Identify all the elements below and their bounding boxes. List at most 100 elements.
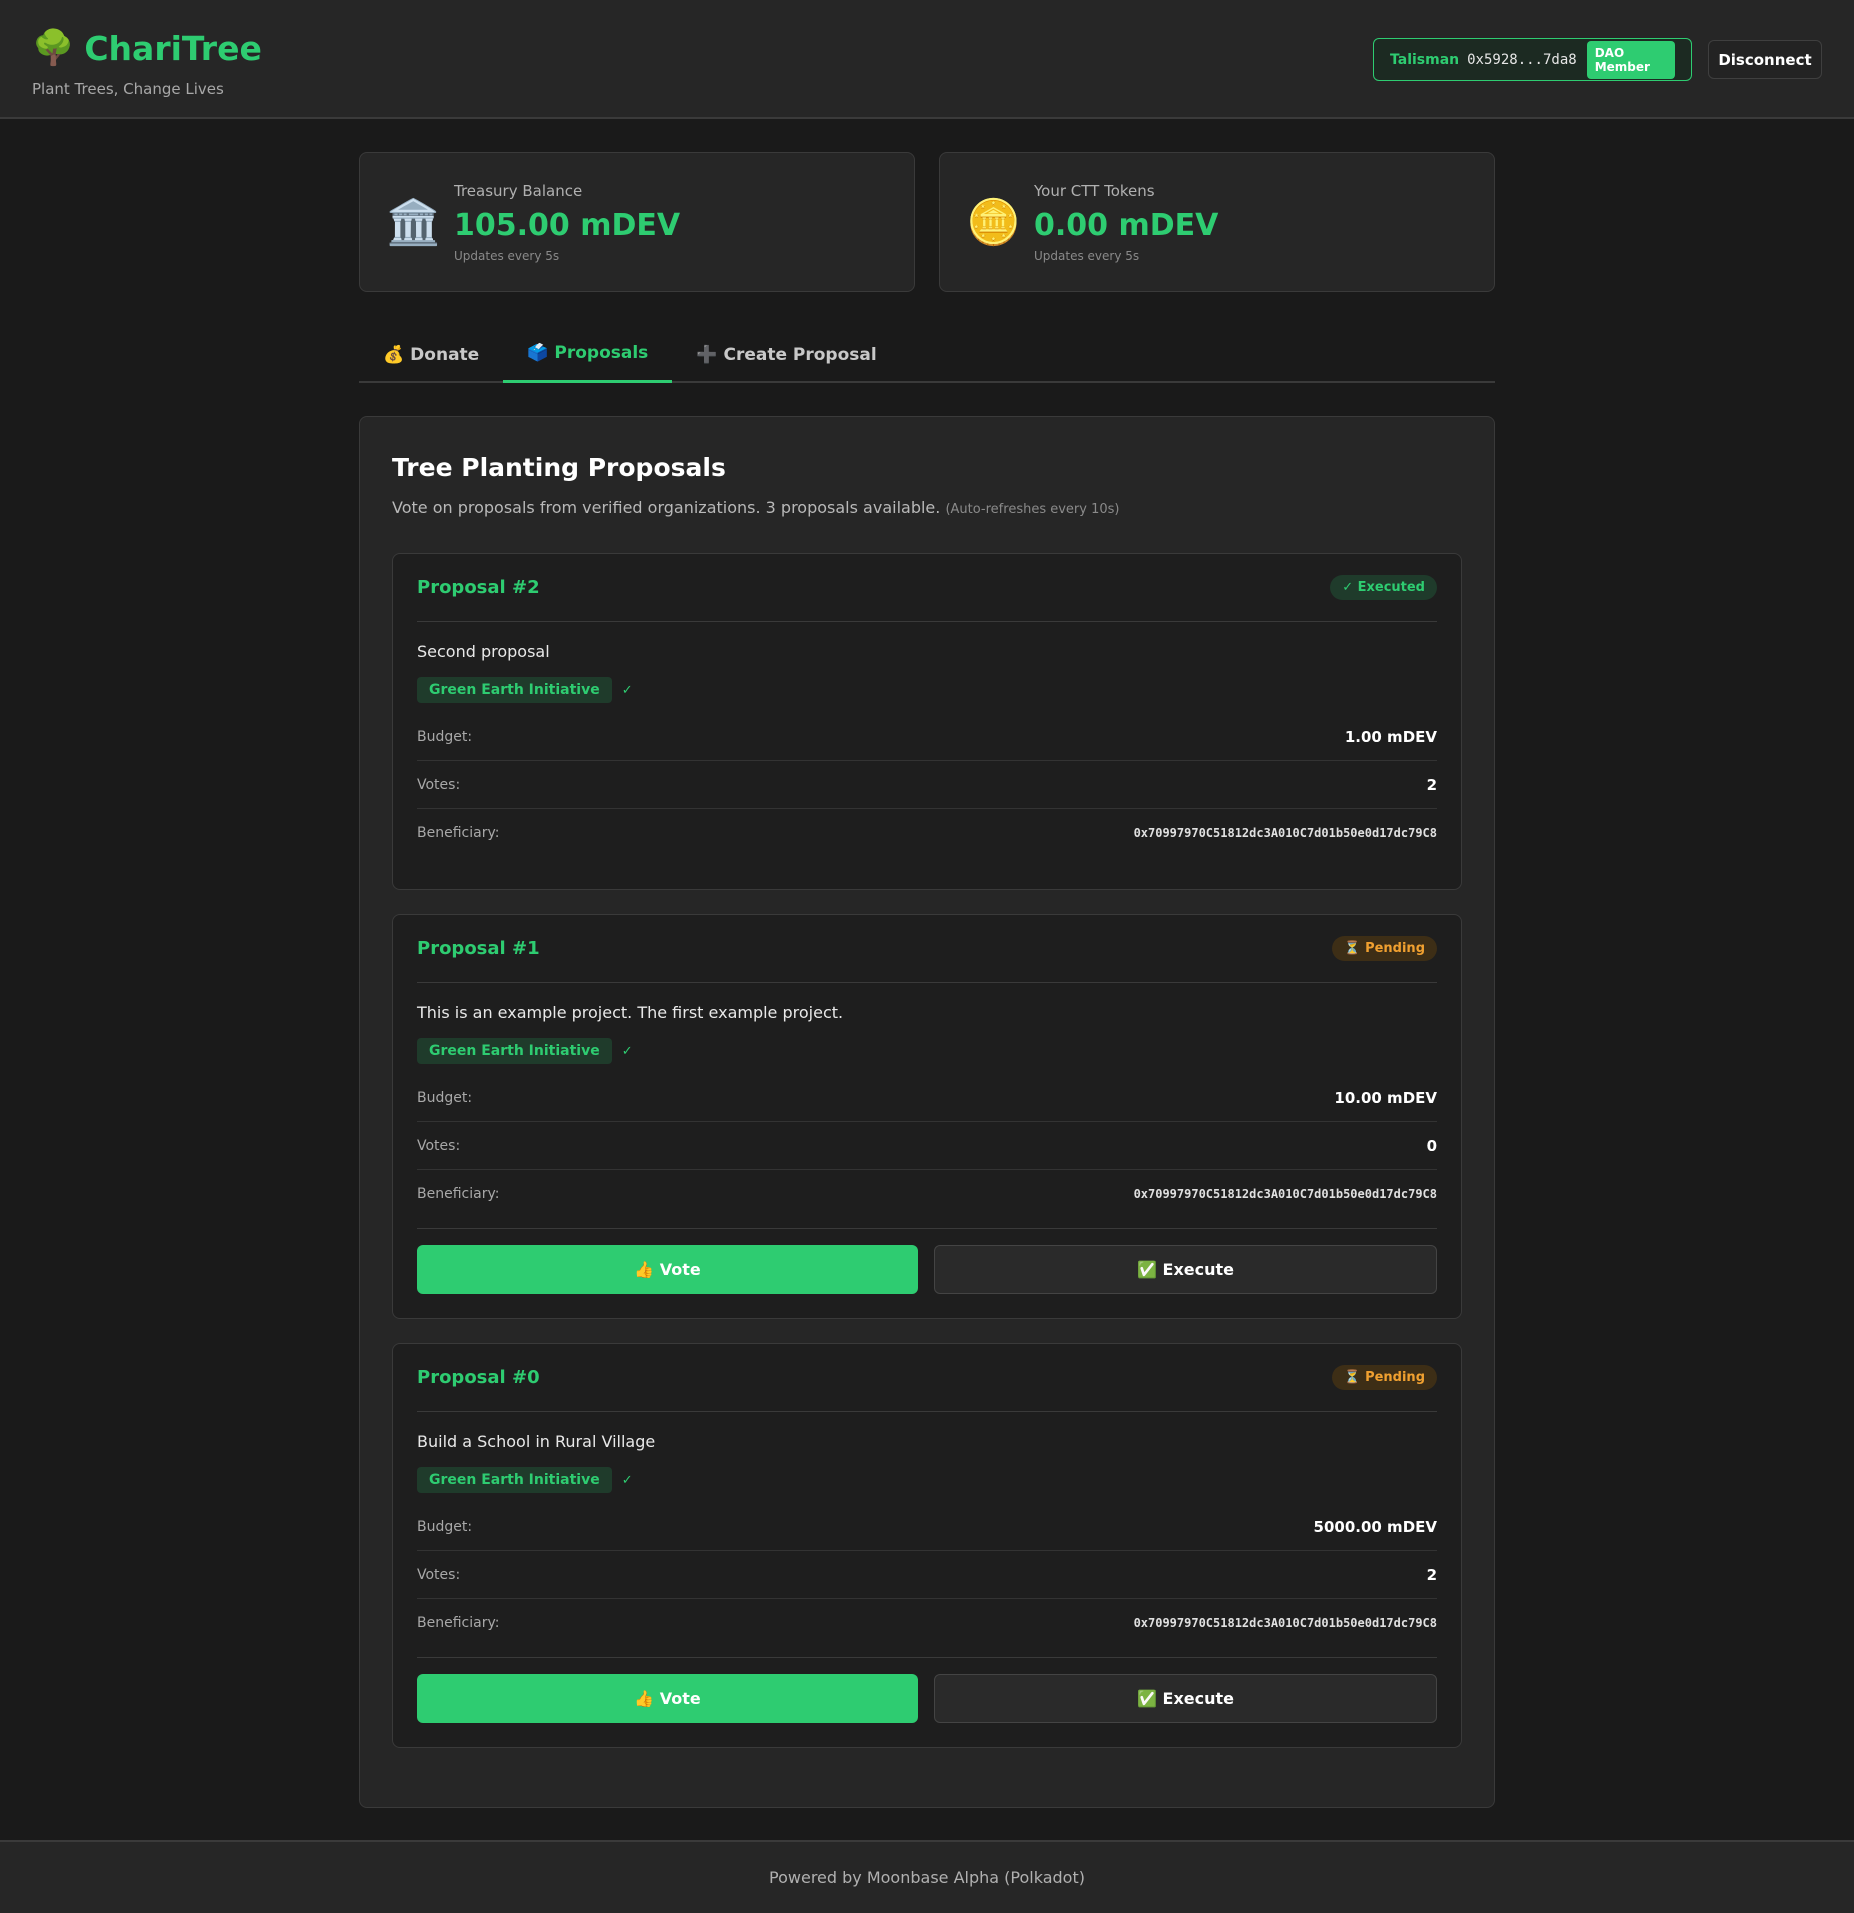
proposal-title: Proposal #2 bbox=[417, 577, 540, 598]
budget-label: Budget: bbox=[417, 1518, 473, 1535]
app-title: ChariTree bbox=[84, 28, 262, 68]
coin-icon: 🪙 bbox=[966, 197, 1021, 248]
money-bag-icon: 💰 bbox=[383, 344, 405, 365]
wallet-name: Talisman bbox=[1390, 51, 1460, 68]
proposals-panel: Tree Planting Proposals Vote on proposal… bbox=[359, 416, 1495, 1808]
stats-row: 🏛️ Treasury Balance 105.00 mDEV Updates … bbox=[359, 152, 1495, 292]
tab-label: Create Proposal bbox=[723, 344, 877, 365]
vote-button[interactable]: 👍 Vote bbox=[417, 1674, 918, 1723]
stat-value: 105.00 mDEV bbox=[454, 207, 681, 243]
beneficiary-address: 0x70997970C51812dc3A010C7d01b50e0d17dc79… bbox=[1133, 826, 1437, 840]
stat-note: Updates every 5s bbox=[454, 248, 560, 263]
votes-value: 2 bbox=[1426, 775, 1437, 794]
organization-row: Green Earth Initiative ✓ bbox=[417, 677, 1437, 703]
app-subtitle: Plant Trees, Change Lives bbox=[32, 80, 224, 98]
votes-label: Votes: bbox=[417, 1566, 461, 1583]
tab-label: Proposals bbox=[554, 343, 649, 363]
ctt-tokens-card: 🪙 Your CTT Tokens 0.00 mDEV Updates ever… bbox=[939, 152, 1495, 292]
votes-row: Votes: 0 bbox=[417, 1122, 1437, 1170]
proposal-details: Budget: 10.00 mDEV Votes: 0 Beneficiary:… bbox=[417, 1074, 1437, 1218]
organization-tag: Green Earth Initiative bbox=[417, 677, 612, 703]
proposal-header: Proposal #0 ⏳ Pending bbox=[417, 1344, 1437, 1412]
budget-label: Budget: bbox=[417, 1089, 473, 1106]
budget-label: Budget: bbox=[417, 728, 473, 745]
wallet-info: Talisman 0x5928...7da8 DAO Member bbox=[1373, 38, 1692, 81]
beneficiary-label: Beneficiary: bbox=[417, 1186, 500, 1202]
beneficiary-row: Beneficiary: 0x70997970C51812dc3A010C7d0… bbox=[417, 809, 1437, 857]
ballot-box-icon: 🗳️ bbox=[527, 343, 549, 363]
proposal-card: Proposal #2 ✓ Executed Second proposal G… bbox=[392, 553, 1462, 890]
votes-value: 0 bbox=[1426, 1136, 1437, 1155]
proposal-title: Proposal #1 bbox=[417, 938, 540, 959]
execute-button[interactable]: ✅ Execute bbox=[934, 1245, 1437, 1294]
beneficiary-address: 0x70997970C51812dc3A010C7d01b50e0d17dc79… bbox=[1133, 1616, 1437, 1630]
panel-description: Vote on proposals from verified organiza… bbox=[392, 498, 1462, 517]
refresh-note: (Auto-refreshes every 10s) bbox=[945, 502, 1120, 517]
tab-proposals[interactable]: 🗳️ Proposals bbox=[503, 326, 673, 383]
brand-title: 🌳 ChariTree bbox=[32, 26, 262, 70]
proposal-description: Build a School in Rural Village bbox=[417, 1432, 656, 1451]
organization-tag: Green Earth Initiative bbox=[417, 1467, 612, 1493]
proposal-title: Proposal #0 bbox=[417, 1367, 540, 1388]
votes-row: Votes: 2 bbox=[417, 1551, 1437, 1599]
tab-label: Donate bbox=[410, 344, 480, 365]
beneficiary-label: Beneficiary: bbox=[417, 1615, 500, 1631]
app-header: 🌳 ChariTree Plant Trees, Change Lives Ta… bbox=[0, 0, 1854, 119]
budget-row: Budget: 5000.00 mDEV bbox=[417, 1503, 1437, 1551]
proposal-description: Second proposal bbox=[417, 642, 550, 661]
beneficiary-address: 0x70997970C51812dc3A010C7d01b50e0d17dc79… bbox=[1133, 1187, 1437, 1201]
proposal-card: Proposal #1 ⏳ Pending This is an example… bbox=[392, 914, 1462, 1319]
budget-row: Budget: 1.00 mDEV bbox=[417, 713, 1437, 761]
bank-icon: 🏛️ bbox=[386, 197, 441, 248]
votes-label: Votes: bbox=[417, 1137, 461, 1154]
proposal-details: Budget: 5000.00 mDEV Votes: 2 Beneficiar… bbox=[417, 1503, 1437, 1647]
budget-value: 5000.00 mDEV bbox=[1313, 1517, 1437, 1536]
tree-icon: 🌳 bbox=[32, 28, 75, 68]
budget-value: 10.00 mDEV bbox=[1334, 1088, 1437, 1107]
plus-icon: ➕ bbox=[696, 344, 718, 365]
footer-text: Powered by Moonbase Alpha (Polkadot) bbox=[769, 1868, 1085, 1887]
organization-row: Green Earth Initiative ✓ bbox=[417, 1038, 1437, 1064]
panel-title: Tree Planting Proposals bbox=[392, 453, 726, 482]
vote-button[interactable]: 👍 Vote bbox=[417, 1245, 918, 1294]
status-badge: ⏳ Pending bbox=[1332, 1365, 1437, 1390]
execute-button[interactable]: ✅ Execute bbox=[934, 1674, 1437, 1723]
tab-create-proposal[interactable]: ➕ Create Proposal bbox=[672, 326, 900, 383]
votes-value: 2 bbox=[1426, 1565, 1437, 1584]
card-spacer bbox=[417, 857, 1437, 889]
budget-value: 1.00 mDEV bbox=[1344, 727, 1437, 746]
verified-check-icon: ✓ bbox=[621, 1472, 633, 1488]
proposal-header: Proposal #1 ⏳ Pending bbox=[417, 915, 1437, 983]
votes-row: Votes: 2 bbox=[417, 761, 1437, 809]
organization-row: Green Earth Initiative ✓ bbox=[417, 1467, 1437, 1493]
proposal-card: Proposal #0 ⏳ Pending Build a School in … bbox=[392, 1343, 1462, 1748]
status-badge: ✓ Executed bbox=[1330, 575, 1437, 600]
stat-value: 0.00 mDEV bbox=[1034, 207, 1219, 243]
wallet-address: 0x5928...7da8 bbox=[1467, 51, 1577, 68]
dao-member-badge: DAO Member bbox=[1586, 40, 1675, 79]
main-tabs: 💰 Donate 🗳️ Proposals ➕ Create Proposal bbox=[359, 326, 1495, 383]
status-badge: ⏳ Pending bbox=[1332, 936, 1437, 961]
proposal-actions: 👍 Vote ✅ Execute bbox=[417, 1228, 1437, 1318]
verified-check-icon: ✓ bbox=[621, 682, 633, 698]
stat-label: Treasury Balance bbox=[454, 181, 583, 200]
organization-tag: Green Earth Initiative bbox=[417, 1038, 612, 1064]
budget-row: Budget: 10.00 mDEV bbox=[417, 1074, 1437, 1122]
stat-label: Your CTT Tokens bbox=[1034, 181, 1155, 200]
proposal-header: Proposal #2 ✓ Executed bbox=[417, 554, 1437, 622]
votes-label: Votes: bbox=[417, 776, 461, 793]
verified-check-icon: ✓ bbox=[621, 1043, 633, 1059]
beneficiary-row: Beneficiary: 0x70997970C51812dc3A010C7d0… bbox=[417, 1599, 1437, 1647]
panel-description-text: Vote on proposals from verified organiza… bbox=[392, 498, 941, 517]
stat-note: Updates every 5s bbox=[1034, 248, 1140, 263]
tab-donate[interactable]: 💰 Donate bbox=[359, 326, 503, 383]
disconnect-button[interactable]: Disconnect bbox=[1708, 40, 1822, 79]
app-footer: Powered by Moonbase Alpha (Polkadot) bbox=[0, 1840, 1854, 1913]
proposal-details: Budget: 1.00 mDEV Votes: 2 Beneficiary: … bbox=[417, 713, 1437, 857]
brand: 🌳 ChariTree Plant Trees, Change Lives bbox=[32, 26, 262, 99]
beneficiary-row: Beneficiary: 0x70997970C51812dc3A010C7d0… bbox=[417, 1170, 1437, 1218]
proposal-actions: 👍 Vote ✅ Execute bbox=[417, 1657, 1437, 1747]
beneficiary-label: Beneficiary: bbox=[417, 825, 500, 841]
treasury-balance-card: 🏛️ Treasury Balance 105.00 mDEV Updates … bbox=[359, 152, 915, 292]
proposal-description: This is an example project. The first ex… bbox=[417, 1003, 844, 1022]
